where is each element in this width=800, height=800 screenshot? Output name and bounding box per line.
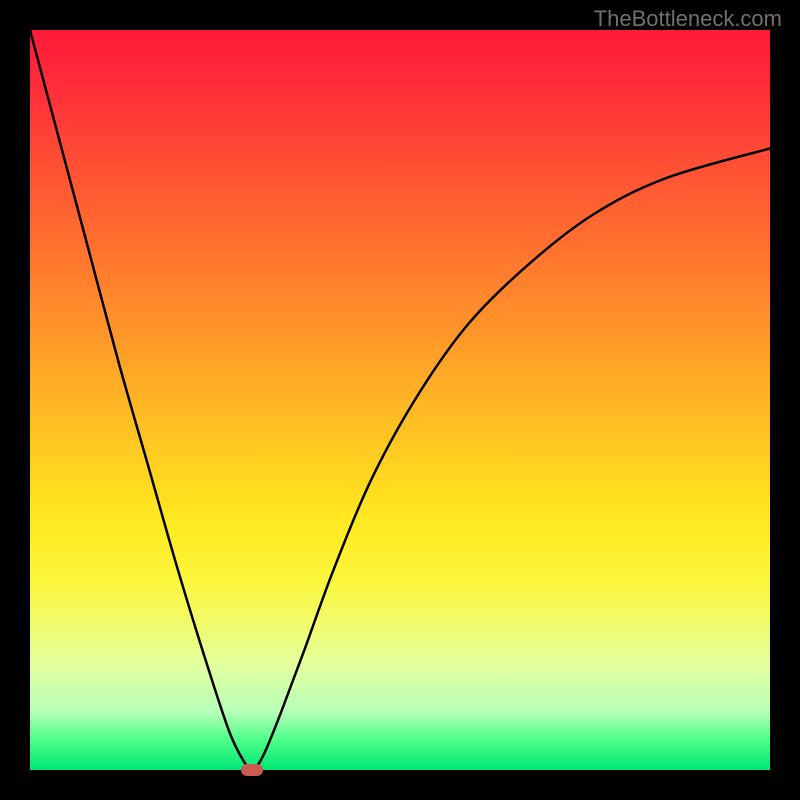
plot-area	[30, 30, 770, 770]
minimum-marker	[241, 764, 263, 776]
chart-curve-svg	[30, 30, 770, 770]
bottleneck-curve-path	[30, 30, 770, 770]
chart-frame	[30, 30, 770, 770]
watermark-text: TheBottleneck.com	[594, 6, 782, 32]
